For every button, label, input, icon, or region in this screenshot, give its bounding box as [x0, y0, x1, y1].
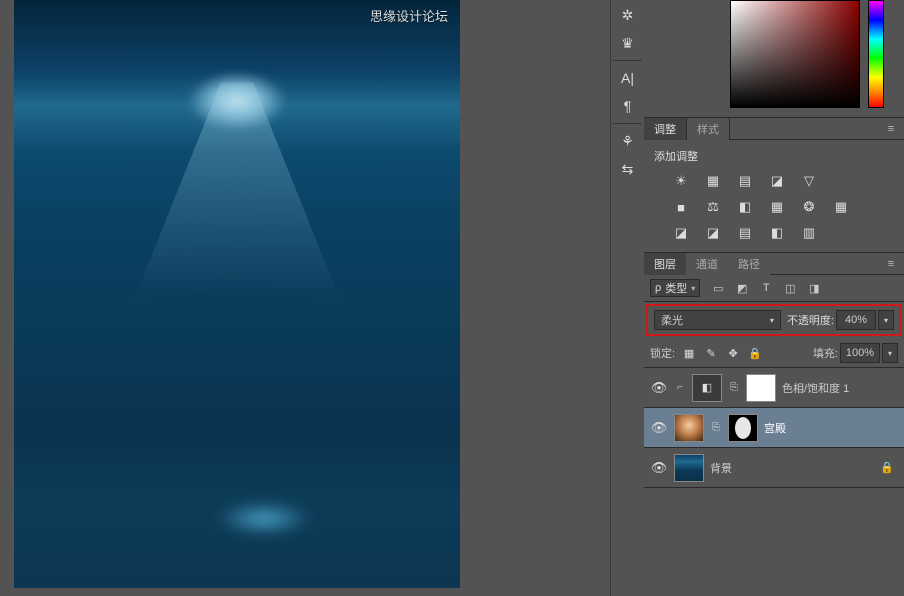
color-panel [644, 0, 904, 118]
adj-hue-icon[interactable]: ■ [672, 198, 690, 216]
opacity-input[interactable]: 40% [836, 310, 876, 330]
layer-mask-thumbnail[interactable] [728, 414, 758, 442]
layers-tabs: 图层 通道 路径 ≡ [644, 253, 904, 275]
layer-filter-kind-label: 类型 [665, 280, 687, 296]
panel-menu-icon[interactable]: ≡ [882, 120, 900, 138]
adj-invert-icon[interactable]: ◪ [672, 224, 690, 242]
hue-slider[interactable] [868, 0, 884, 108]
visibility-toggle-icon[interactable]: 👁 [650, 420, 668, 436]
tab-paths[interactable]: 路径 [728, 253, 770, 275]
histogram-icon[interactable]: ♛ [614, 30, 642, 56]
opacity-dropdown-button[interactable]: ▾ [878, 310, 894, 330]
layers-panel-menu-icon[interactable]: ≡ [882, 255, 900, 273]
filter-smart-icon[interactable]: ◨ [806, 282, 822, 295]
chevron-down-icon: ▾ [770, 316, 774, 325]
adj-gradientmap-icon[interactable]: ◧ [768, 224, 786, 242]
lock-label: 锁定: [650, 345, 675, 361]
adj-curves-icon[interactable]: ▤ [736, 172, 754, 190]
tab-adjustments[interactable]: 调整 [644, 118, 687, 140]
adjustments-panel: 添加调整 ☀ ▦ ▤ ◪ ▽ ■ ⚖ ◧ ▦ ❂ ▦ ◪ ◪ ▤ ◧ [644, 140, 904, 253]
adj-threshold-icon[interactable]: ▤ [736, 224, 754, 242]
chevron-down-icon: ▾ [691, 284, 695, 293]
lock-transparency-icon[interactable]: ▦ [681, 345, 697, 361]
lock-position-icon[interactable]: ✥ [725, 345, 741, 361]
layer-row[interactable]: 👁 背景 🔒 [644, 448, 904, 488]
layer-thumbnail[interactable] [674, 454, 704, 482]
clip-indicator-icon: ⌐ [674, 382, 686, 393]
canvas-artwork [14, 0, 460, 588]
adj-channelmixer-icon[interactable]: ❂ [800, 198, 818, 216]
adj-posterize-icon[interactable]: ◪ [704, 224, 722, 242]
blend-mode-value: 柔光 [661, 312, 683, 328]
layer-name[interactable]: 宫殿 [764, 420, 898, 436]
adj-colorlookup-icon[interactable]: ▦ [832, 198, 850, 216]
blend-mode-select[interactable]: 柔光 ▾ [654, 310, 781, 330]
layer-row[interactable]: 👁 ⌐ ◧ ⎘ 色相/饱和度 1 [644, 368, 904, 408]
swatches-icon[interactable]: ⇆ [614, 156, 642, 182]
fill-label: 填充: [813, 345, 838, 361]
layer-name[interactable]: 色相/饱和度 1 [782, 380, 898, 396]
lock-pixels-icon[interactable]: ✎ [703, 345, 719, 361]
adj-photofilter-icon[interactable]: ▦ [768, 198, 786, 216]
layer-filter-kind-select[interactable]: ρ 类型 ▾ [650, 279, 700, 297]
adjustment-layer-icon: ◧ [692, 374, 722, 402]
filter-text-icon[interactable]: T [758, 282, 774, 295]
filter-shape-icon[interactable]: ◫ [782, 282, 798, 295]
tab-styles[interactable]: 样式 [687, 118, 730, 140]
layer-thumbnail[interactable] [674, 414, 704, 442]
layer-name[interactable]: 背景 [710, 460, 874, 476]
tab-layers[interactable]: 图层 [644, 253, 686, 275]
filter-pixel-icon[interactable]: ▭ [710, 282, 726, 295]
adj-colorbalance-icon[interactable]: ⚖ [704, 198, 722, 216]
mask-link-icon[interactable]: ⎘ [710, 422, 722, 433]
adjustments-title: 添加调整 [654, 148, 894, 164]
character-icon[interactable]: A| [614, 65, 642, 91]
adj-vibrance-icon[interactable]: ▽ [800, 172, 818, 190]
filter-adjust-icon[interactable]: ◩ [734, 282, 750, 295]
color-field[interactable] [730, 0, 860, 108]
adj-brightness-icon[interactable]: ☀ [672, 172, 690, 190]
tab-channels[interactable]: 通道 [686, 253, 728, 275]
layer-filter-row: ρ 类型 ▾ ▭ ◩ T ◫ ◨ [644, 275, 904, 302]
adjustments-tabs: 调整 样式 ≡ [644, 118, 904, 140]
blend-opacity-row: 柔光 ▾ 不透明度: 40% ▾ [646, 304, 902, 336]
layer-mask-thumbnail[interactable] [746, 374, 776, 402]
adj-levels-icon[interactable]: ▦ [704, 172, 722, 190]
search-icon: ρ [655, 282, 661, 294]
adj-exposure-icon[interactable]: ◪ [768, 172, 786, 190]
visibility-toggle-icon[interactable]: 👁 [650, 460, 668, 476]
navigator-icon[interactable]: ✲ [614, 2, 642, 28]
layer-row[interactable]: 👁 ⎘ 宫殿 [644, 408, 904, 448]
layer-list: 👁 ⌐ ◧ ⎘ 色相/饱和度 1 👁 ⎘ 宫殿 👁 背景 🔒 [644, 368, 904, 488]
lock-all-icon[interactable]: 🔒 [747, 345, 763, 361]
paragraph-icon[interactable]: ¶ [614, 93, 642, 119]
brush-presets-icon[interactable]: ⚘ [614, 128, 642, 154]
collapsed-panel-strip: ✲ ♛ A| ¶ ⚘ ⇆ [610, 0, 644, 596]
lock-icon: 🔒 [880, 461, 894, 474]
visibility-toggle-icon[interactable]: 👁 [650, 380, 668, 396]
mask-link-icon[interactable]: ⎘ [728, 382, 740, 393]
adj-selectivecolor-icon[interactable]: ▥ [800, 224, 818, 242]
lock-fill-row: 锁定: ▦ ✎ ✥ 🔒 填充: 100% ▾ [644, 339, 904, 368]
fill-dropdown-button[interactable]: ▾ [882, 343, 898, 363]
fill-input[interactable]: 100% [840, 343, 880, 363]
adj-bw-icon[interactable]: ◧ [736, 198, 754, 216]
opacity-label: 不透明度: [787, 312, 834, 328]
watermark-text: 思缘设计论坛 [370, 6, 448, 25]
